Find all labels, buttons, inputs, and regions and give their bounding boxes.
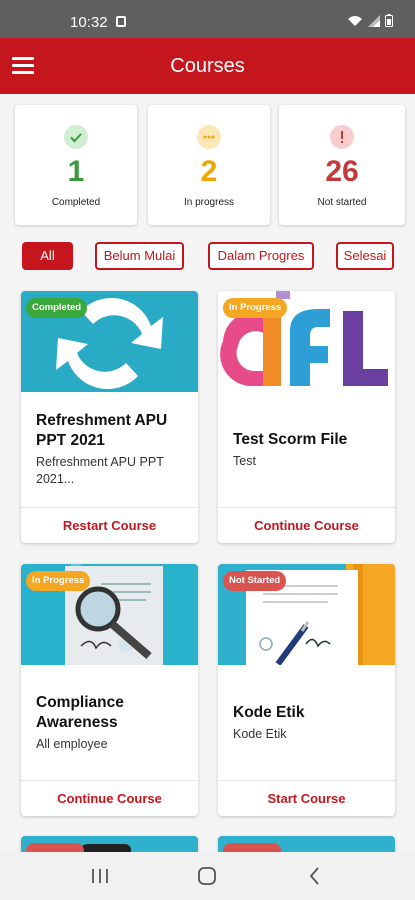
filter-dalam-progres[interactable]: Dalam Progres [208, 242, 314, 270]
course-card[interactable]: In Progress Test Scorm File Test Continu… [218, 291, 395, 543]
status-badge: In Progress [26, 571, 91, 591]
home-icon[interactable] [195, 864, 219, 888]
filter-selesai[interactable]: Selesai [336, 242, 394, 270]
course-description: Test [233, 453, 256, 468]
course-description: Kode Etik [233, 726, 287, 741]
course-thumbnail: Completed [21, 291, 198, 392]
page-title: Courses [170, 55, 245, 77]
continue-course-button[interactable]: Continue Course [218, 507, 395, 543]
stat-count: 1 [67, 155, 85, 188]
status-badge: Completed [26, 298, 88, 318]
system-nav-bar [0, 852, 415, 900]
course-card[interactable]: Completed Refreshment APU PPT 2021 Refre… [21, 291, 198, 543]
status-bar: 10:32 [0, 0, 415, 38]
continue-course-button[interactable]: Continue Course [21, 780, 198, 816]
course-title: Compliance Awareness [36, 693, 124, 731]
wifi-icon [348, 15, 362, 26]
filter-all[interactable]: All [22, 242, 73, 270]
status-badge: In Progress [223, 298, 288, 318]
course-title: Test Scorm File [233, 430, 348, 448]
signal-icon [368, 14, 380, 27]
app-bar: Courses [0, 38, 415, 94]
stat-count: 2 [200, 155, 218, 188]
stat-label: Completed [51, 197, 101, 208]
status-icons [347, 14, 393, 27]
course-info: Compliance Awareness All employee [36, 665, 190, 780]
filter-bar: All Belum Mulai Dalam Progres Selesai [0, 242, 415, 270]
filter-belum-mulai[interactable]: Belum Mulai [95, 242, 184, 270]
start-course-button[interactable]: Start Course [218, 780, 395, 816]
stat-card-not-started[interactable]: 26 Not started [279, 105, 405, 225]
stat-card-in-progress[interactable]: 2 In progress [148, 105, 270, 225]
course-info: Kode Etik Kode Etik [233, 665, 387, 780]
stat-label: Not started [317, 197, 367, 208]
course-info: Test Scorm File Test [233, 392, 387, 507]
course-description: All employee [36, 736, 108, 751]
course-thumbnail: In Progress [218, 291, 395, 392]
course-title: Kode Etik [233, 703, 305, 721]
course-thumbnail: Not Started [218, 564, 395, 665]
course-card[interactable]: In Progress Compliance Awareness All emp… [21, 564, 198, 816]
notification-icon [116, 16, 126, 27]
stat-card-completed[interactable]: 1 Completed [15, 105, 137, 225]
status-time: 10:32 [70, 14, 108, 31]
check-icon [64, 125, 88, 149]
course-title: Refreshment APU PPT 2021 [36, 412, 168, 449]
course-description: Refreshment APU PPT 2021... [36, 455, 164, 486]
stats-summary: 1 Completed 2 In progress 26 Not started [15, 105, 405, 225]
stat-count: 26 [325, 155, 359, 188]
course-card[interactable]: Not Started Kode Etik Kode Etik Start Co… [218, 564, 395, 816]
status-badge: Not Started [223, 571, 287, 591]
dots-icon [197, 125, 221, 149]
recent-apps-icon[interactable] [88, 864, 112, 888]
course-thumbnail: In Progress [21, 564, 198, 665]
battery-icon [385, 14, 393, 27]
restart-course-button[interactable]: Restart Course [21, 507, 198, 543]
course-info: Refreshment APU PPT 2021 Refreshment APU… [36, 392, 190, 507]
stat-label: In progress [183, 197, 235, 208]
back-icon[interactable] [303, 864, 327, 888]
exclamation-icon [330, 125, 354, 149]
